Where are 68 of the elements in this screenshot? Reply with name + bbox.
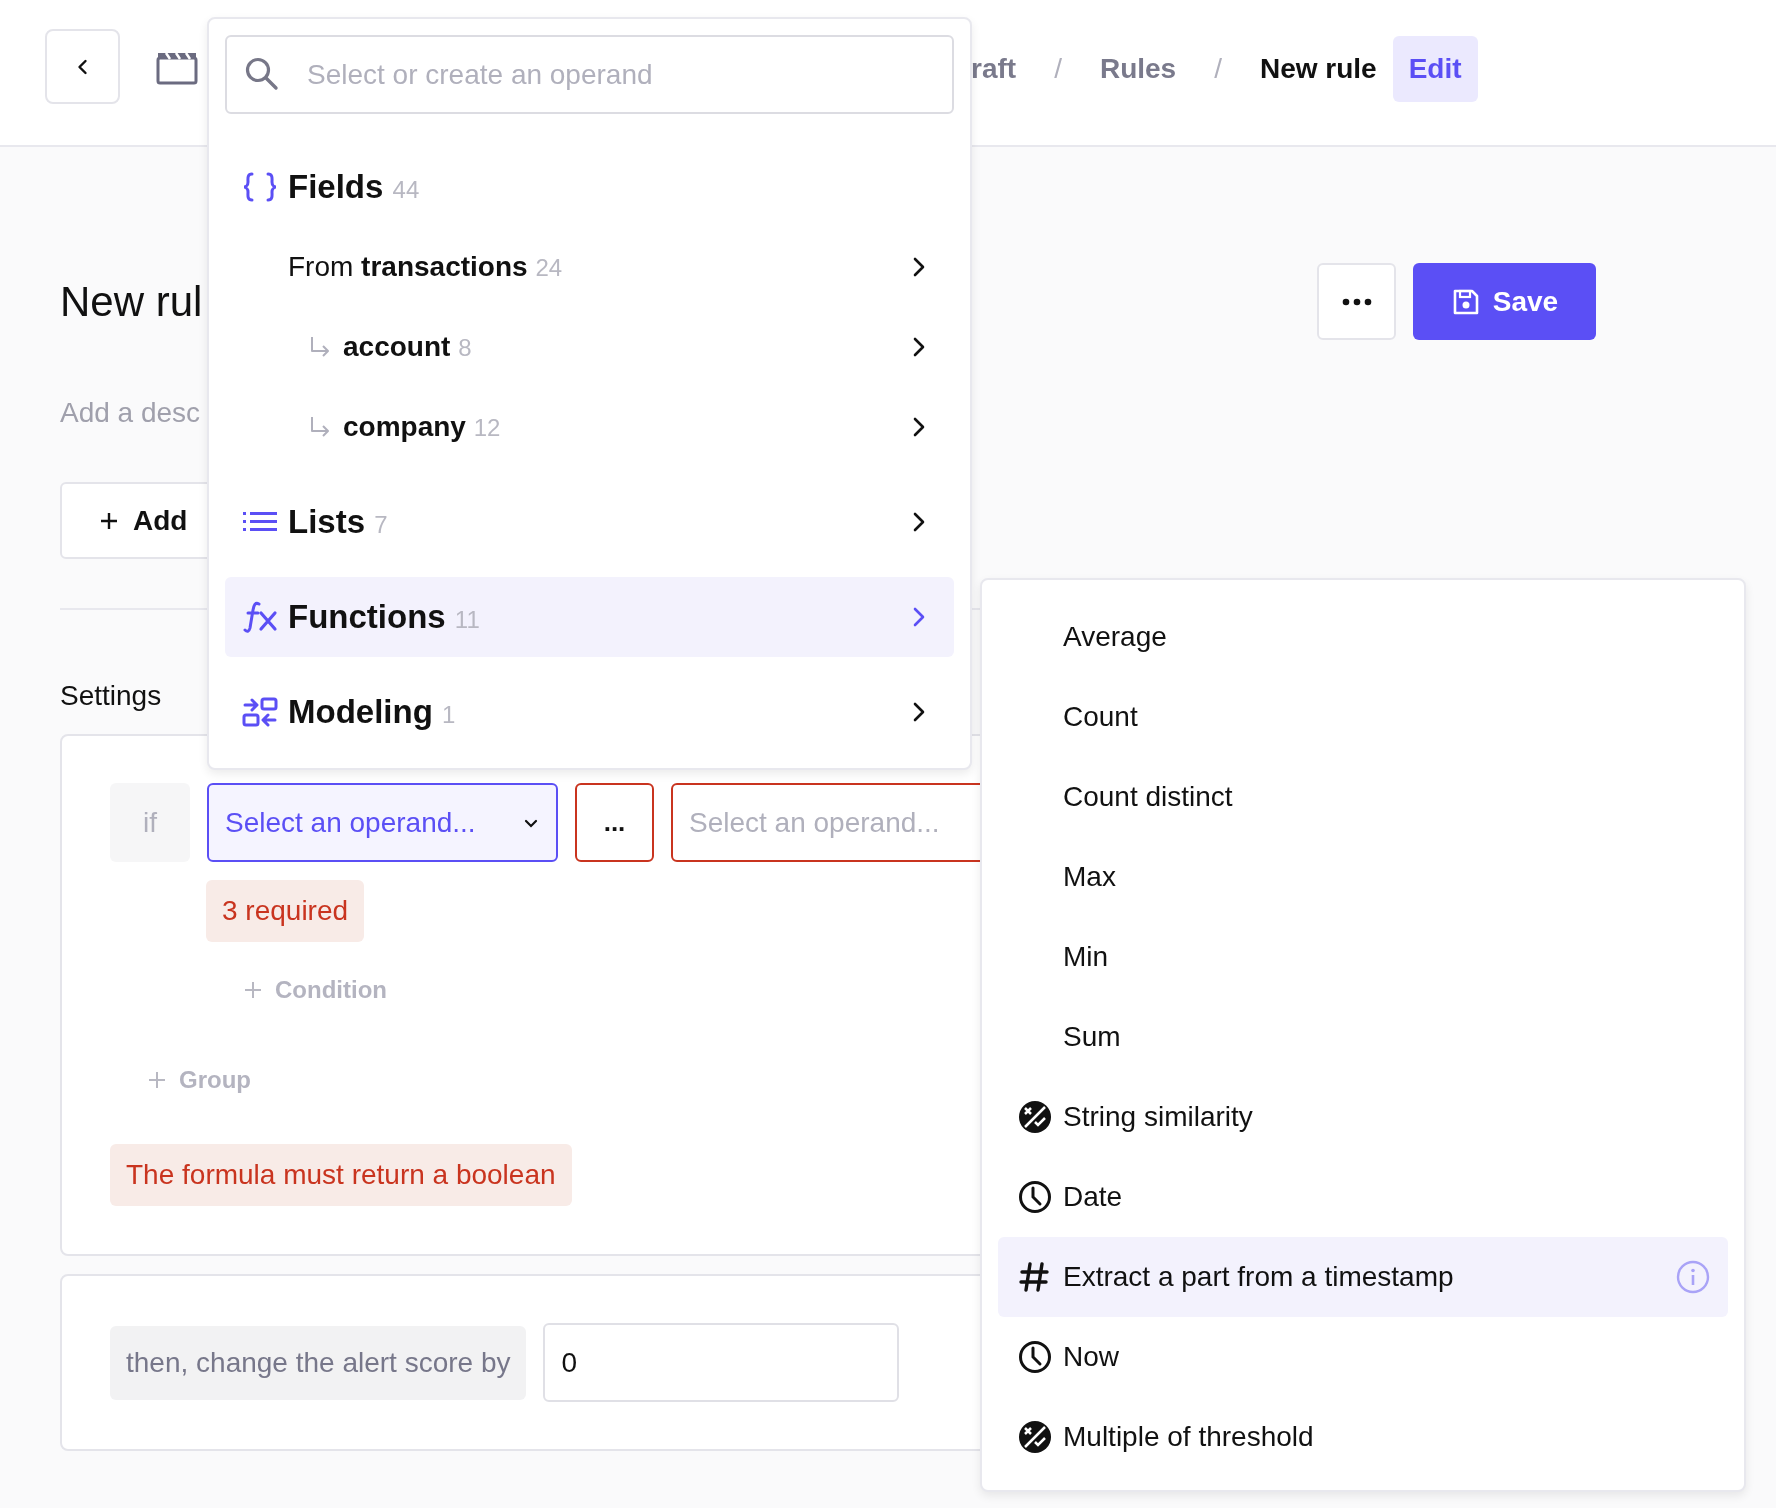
- info-icon[interactable]: [1676, 1260, 1710, 1294]
- function-label: Count distinct: [1063, 781, 1234, 813]
- menu-item[interactable]: From transactions 24: [225, 227, 954, 307]
- function-label: Sum: [1063, 1021, 1122, 1053]
- breadcrumb-link[interactable]: raft: [971, 52, 1017, 85]
- plus-icon: [99, 510, 119, 531]
- formula-error-message: The formula must return a boolean: [110, 1144, 572, 1206]
- rule-title: New rul: [60, 276, 203, 327]
- search-field[interactable]: Select or create an operand: [225, 35, 954, 114]
- function-item[interactable]: Sum: [998, 997, 1728, 1077]
- menu-item[interactable]: Functions 11: [225, 577, 954, 657]
- clock-icon: [1018, 1180, 1052, 1214]
- return-arrow-icon: [309, 335, 331, 359]
- function-item[interactable]: String similarity: [998, 1077, 1728, 1157]
- function-label: Date: [1063, 1181, 1124, 1213]
- similarity-icon: [1018, 1420, 1052, 1454]
- function-label: Min: [1063, 941, 1110, 973]
- plus-icon: [243, 980, 263, 1000]
- function-label: Max: [1063, 861, 1117, 893]
- hash-icon: [1018, 1261, 1050, 1293]
- error-message: 3 required: [206, 880, 365, 942]
- plus-icon: [147, 1070, 167, 1090]
- function-label: Average: [1063, 621, 1168, 653]
- edit-badge: Edit: [1392, 35, 1478, 102]
- operand-select[interactable]: Select an operand...: [207, 783, 558, 862]
- breadcrumb-separator: /: [1214, 52, 1222, 85]
- back-button[interactable]: [45, 29, 120, 104]
- menu-item[interactable]: Fields 44: [225, 147, 954, 227]
- function-item[interactable]: Date: [998, 1157, 1728, 1237]
- function-label: Extract a part from a timestamp: [1063, 1261, 1455, 1293]
- function-item[interactable]: Min: [998, 917, 1728, 997]
- chevron-right-icon: [911, 255, 927, 279]
- chevron-right-icon: [911, 700, 927, 724]
- operator-select[interactable]: ...: [575, 783, 654, 862]
- function-item[interactable]: Average: [998, 597, 1728, 677]
- chevron-right-icon: [911, 335, 927, 359]
- if-label: if: [110, 783, 190, 862]
- search-icon: [243, 55, 281, 93]
- consequence-label: then, change the alert score by: [110, 1325, 527, 1400]
- similarity-icon: [1018, 1100, 1052, 1134]
- menu-item[interactable]: company 12: [225, 387, 954, 467]
- function-item[interactable]: Now: [998, 1317, 1728, 1397]
- function-label: Multiple of threshold: [1063, 1421, 1315, 1453]
- function-label: Now: [1063, 1341, 1120, 1373]
- chevron-right-icon: [911, 510, 927, 534]
- braces-icon: [242, 171, 278, 203]
- settings-label: Settings: [60, 680, 162, 712]
- function-icon: [242, 600, 278, 634]
- menu-item[interactable]: Modeling 1: [225, 672, 954, 752]
- function-label: Count: [1063, 701, 1139, 733]
- menu-item[interactable]: account 8: [225, 307, 954, 387]
- swap-icon: [242, 697, 278, 727]
- clock-icon: [1018, 1340, 1052, 1374]
- score-input[interactable]: 0: [543, 1323, 900, 1402]
- breadcrumb-link[interactable]: New rule: [1259, 52, 1377, 85]
- chevron-right-icon: [911, 415, 927, 439]
- more-icon: [1341, 297, 1372, 306]
- more-button[interactable]: [1317, 263, 1396, 340]
- save-button[interactable]: Save: [1413, 263, 1596, 340]
- function-item[interactable]: Count: [998, 677, 1728, 757]
- breadcrumb-separator: /: [1054, 52, 1062, 85]
- breadcrumb-link[interactable]: Rules: [1099, 52, 1177, 85]
- function-label: String similarity: [1063, 1101, 1254, 1133]
- function-item[interactable]: Multiple of threshold: [998, 1397, 1728, 1477]
- chevron-right-icon: [911, 605, 927, 629]
- return-arrow-icon: [309, 415, 331, 439]
- function-item[interactable]: Extract a part from a timestamp: [998, 1237, 1728, 1317]
- list-icon: [242, 510, 278, 534]
